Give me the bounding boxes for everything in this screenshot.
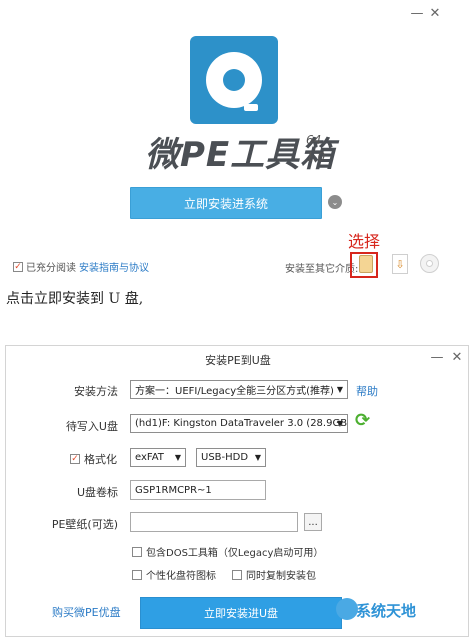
volume-label-input[interactable]: GSP1RMCPR~1 [130,480,266,500]
option-copy-row: 同时复制安装包 [232,567,316,582]
option-copy-label: 同时复制安装包 [246,571,316,582]
option-copy-checkbox[interactable] [232,569,242,580]
app-logo-icon [190,36,278,124]
target-usb-value: (hd1)F: Kingston DataTraveler 3.0 (28.9G… [135,418,348,429]
option-icons-checkbox[interactable] [132,569,142,580]
install-method-label: 安装方法 [74,385,118,398]
target-usb-label: 待写入U盘 [65,420,118,433]
disc-hole [426,260,433,267]
dialog-title: 安装PE到U盘 [205,354,271,367]
option-icons-label: 个性化盘符图标 [146,571,216,582]
pe-toolbox-window: — ✕ 微PE工具箱 64 1.0 立即安装进系统 ⌄ ✓ 已充分阅读 安装指南… [0,0,471,282]
dropdown-arrow-icon: ▼ [336,419,343,428]
boot-mode-select[interactable]: USB-HDD ▼ [196,448,266,467]
wallpaper-label: PE壁纸(可选) [51,518,118,531]
instruction-caption: 点击立即安装到 U 盘, [6,291,144,307]
choose-annotation: 选择 [348,232,381,251]
filesystem-value: exFAT [135,452,164,463]
install-method-select[interactable]: 方案一：UEFI/Legacy全能三分区方式(推荐) ▼ [130,380,348,399]
dialog-close-button[interactable]: ✕ [450,351,464,365]
close-button[interactable]: ✕ [428,7,442,21]
install-to-usb-button[interactable]: 立即安装进U盘 [140,597,342,629]
format-row: ✓ 格式化 [70,451,117,467]
usb-drive-icon[interactable] [359,255,373,273]
disc-icon [206,52,262,108]
option-dos-label: 包含DOS工具箱（仅Legacy启动可用） [146,548,324,559]
agree-checkbox[interactable]: ✓ [13,261,23,272]
install-method-value: 方案一：UEFI/Legacy全能三分区方式(推荐) [135,386,334,397]
format-label: 格式化 [84,453,117,466]
filesystem-select[interactable]: exFAT ▼ [130,448,186,467]
install-pe-to-usb-dialog: 安装PE到U盘 — ✕ 安装方法 方案一：UEFI/Legacy全能三分区方式(… [5,345,469,637]
refresh-icon[interactable]: ⟳ [355,410,370,431]
disc-hub [223,69,245,91]
drive-slot [244,104,258,111]
install-to-system-button[interactable]: 立即安装进系统 [130,187,322,219]
option-dos-row: 包含DOS工具箱（仅Legacy启动可用） [132,544,323,559]
agree-row: ✓ 已充分阅读 安装指南与协议 [13,259,149,274]
dropdown-arrow-icon: ▼ [254,453,261,462]
browse-button[interactable]: ... [304,513,322,531]
agree-text: 已充分阅读 [26,263,76,274]
more-options-chevron-icon[interactable]: ⌄ [328,195,342,209]
watermark-logo-icon [336,598,358,620]
install-other-media-label: 安装至其它介质: [285,264,359,275]
buy-usb-link[interactable]: 购买微PE优盘 [52,604,121,620]
version-number: 1.0 [306,150,326,164]
volume-label-label: U盘卷标 [76,486,118,499]
option-icons-row: 个性化盘符图标 [132,567,216,582]
volume-label-value: GSP1RMCPR~1 [135,484,212,496]
usb-device-icon[interactable]: ⇩ [392,254,408,274]
wallpaper-input[interactable] [130,512,298,532]
iso-disc-icon[interactable] [420,254,439,273]
site-watermark: 系统天地 [356,602,417,620]
minimize-button[interactable]: — [410,7,424,21]
version-arch: 64 [306,133,322,147]
dropdown-arrow-icon: ▼ [174,453,181,462]
help-link[interactable]: 帮助 [356,383,378,399]
option-dos-checkbox[interactable] [132,546,142,557]
target-usb-select[interactable]: (hd1)F: Kingston DataTraveler 3.0 (28.9G… [130,414,348,433]
format-checkbox[interactable]: ✓ [70,454,80,464]
boot-mode-value: USB-HDD [201,452,249,463]
dropdown-arrow-icon: ▼ [336,385,343,394]
install-guide-link[interactable]: 安装指南与协议 [79,259,149,274]
dialog-minimize-button[interactable]: — [430,351,444,365]
